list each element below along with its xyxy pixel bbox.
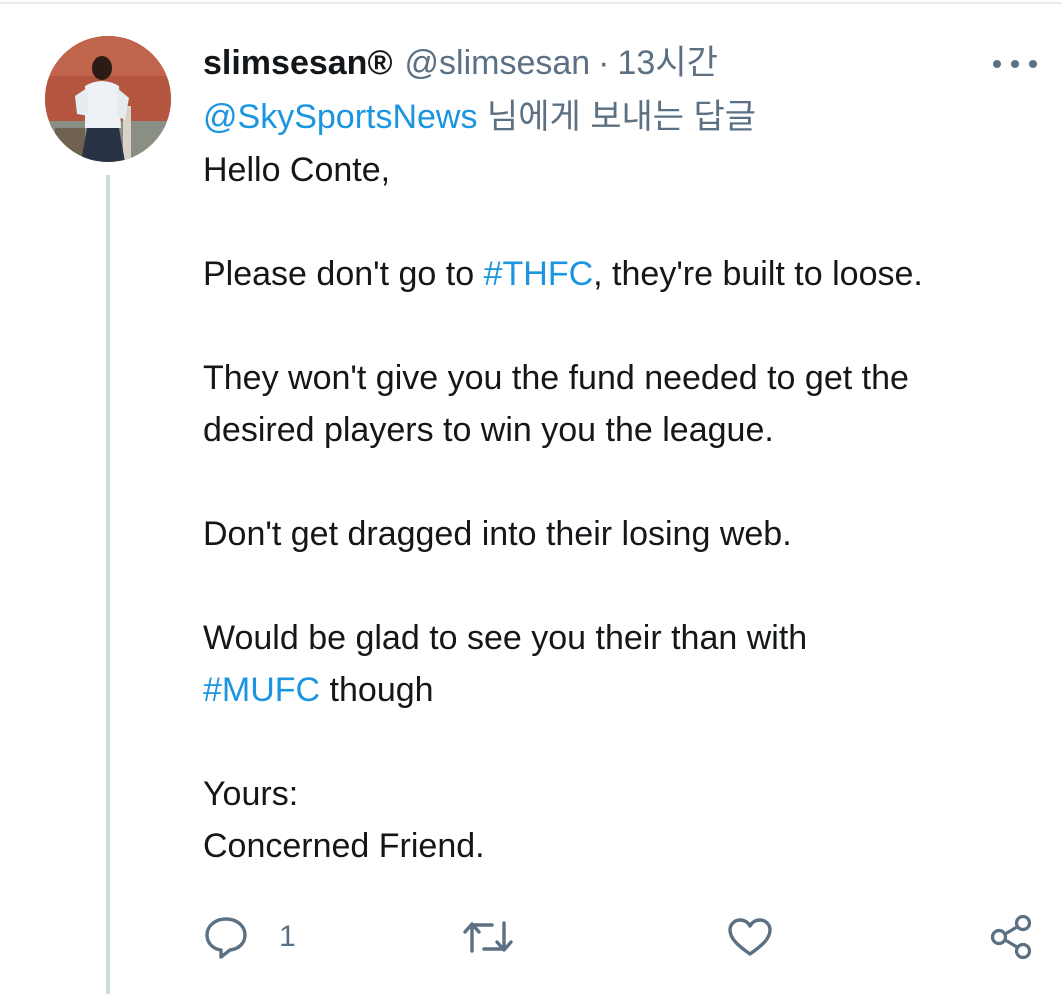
tweet-line: #MUFC though [203, 664, 1033, 716]
reply-to-line: @SkySportsNews 님에게 보내는 답글 [203, 94, 1033, 140]
more-options-icon[interactable] [991, 50, 1039, 78]
tweet-line: Please don't go to #THFC, they're built … [203, 248, 1033, 300]
share-icon [990, 914, 1032, 960]
tweet-line: desired players to win you the league. [203, 411, 774, 449]
reply-button[interactable]: 1 [203, 912, 296, 962]
tweet-text-segment: , they're built to loose. [593, 255, 923, 293]
top-divider [0, 2, 1062, 4]
tweet-line: Don't get dragged into their losing web. [203, 515, 792, 553]
tweet-timestamp[interactable]: 13시간 [618, 40, 718, 86]
tweet-text-segment: Please don't go to [203, 255, 484, 293]
tweet-text-segment: though [320, 671, 434, 709]
tweet-line: Concerned Friend. [203, 827, 485, 865]
share-button[interactable] [988, 912, 1034, 962]
tweet-line: They won't give you the fund needed to g… [203, 359, 909, 397]
tweet-header: slimsesan® @slimsesan · 13시간 [203, 40, 1033, 86]
display-name[interactable]: slimsesan® [203, 40, 393, 86]
reply-to-mention[interactable]: @SkySportsNews [203, 98, 477, 136]
separator-dot: · [598, 44, 610, 82]
tweet-actions-bar: 1 [0, 912, 1062, 962]
reply-to-suffix: 님에게 보내는 답글 [477, 98, 757, 136]
tweet-line: Hello Conte, [203, 151, 391, 189]
thread-connector-line [106, 175, 110, 994]
tweet-line: Would be glad to see you their than with [203, 619, 808, 657]
avatar[interactable] [45, 36, 171, 162]
retweet-icon [463, 921, 513, 953]
heart-icon [728, 918, 772, 956]
reply-bubble-icon [205, 917, 247, 959]
tweet-text: Hello Conte, Please don't go to #THFC, t… [203, 144, 1033, 872]
hashtag-mufc[interactable]: #MUFC [203, 671, 320, 709]
hashtag-thfc[interactable]: #THFC [484, 255, 594, 293]
like-button[interactable] [727, 912, 773, 962]
retweet-button[interactable] [462, 912, 514, 962]
avatar-photo [45, 36, 171, 162]
tweet[interactable]: slimsesan® @slimsesan · 13시간 @SkySportsN… [203, 40, 1037, 872]
reply-count: 1 [279, 920, 296, 953]
user-handle[interactable]: @slimsesan [405, 40, 591, 86]
tweet-line: Yours: [203, 775, 299, 813]
